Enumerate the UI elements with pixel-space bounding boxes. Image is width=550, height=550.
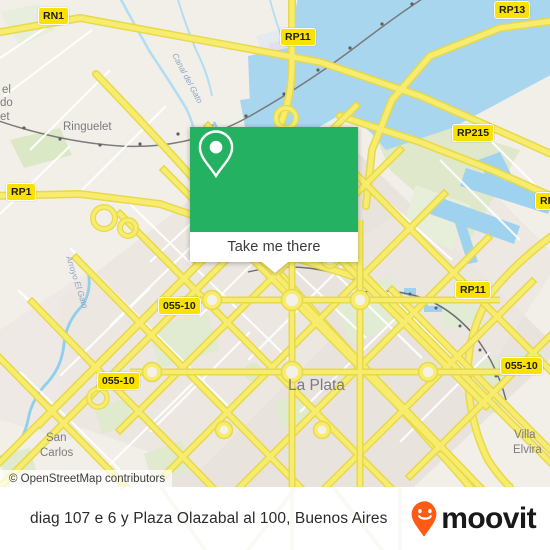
take-me-there-label: Take me there — [227, 239, 321, 255]
map-place-label: Carlos — [40, 447, 73, 459]
card-pointer-tail — [262, 262, 288, 273]
osm-attribution[interactable]: © OpenStreetMap contributors — [0, 470, 173, 487]
map-place-label: Ringuelet — [63, 121, 112, 133]
route-shield: 055-10 — [158, 297, 201, 315]
moovit-logo[interactable]: moovit — [410, 500, 537, 538]
footer-bar: diag 107 e 6 y Plaza Olazabal al 100, Bu… — [0, 487, 550, 550]
card-pin-area — [190, 127, 358, 232]
moovit-wordmark: moovit — [441, 501, 536, 535]
map-canvas[interactable]: Ringuelet La Plata San Carlos Villa Elvira el d… — [0, 0, 550, 487]
route-shield: 055-10 — [97, 372, 140, 390]
osm-attribution-text: © OpenStreetMap contributors — [9, 472, 166, 485]
map-pin-icon — [198, 130, 234, 179]
route-shield: RN1 — [38, 7, 70, 25]
moovit-smiley-pin-icon — [411, 500, 437, 536]
map-place-label: San — [46, 432, 66, 444]
route-shield: 055-10 — [500, 357, 543, 375]
card-action-area[interactable]: Take me there — [190, 232, 358, 262]
route-shield: RP11 — [455, 281, 491, 299]
route-shield: RP1 — [6, 183, 37, 201]
map-place-label: Villa — [514, 429, 536, 441]
map-place-label: La Plata — [288, 377, 345, 394]
take-me-there-card[interactable]: Take me there — [190, 127, 358, 262]
moovit-map-share-card: Ringuelet La Plata San Carlos Villa Elvira el d… — [0, 0, 550, 550]
route-shield: RP13 — [494, 1, 531, 19]
route-shield: RP215 — [452, 124, 495, 142]
route-shield: RP11 — [280, 28, 316, 46]
map-place-label: do — [0, 97, 13, 109]
map-place-label: et — [0, 111, 10, 123]
route-shield: RP — [535, 192, 550, 210]
map-place-label: el — [2, 84, 11, 96]
map-place-label: Elvira — [513, 444, 542, 456]
address-text: diag 107 e 6 y Plaza Olazabal al 100, Bu… — [30, 509, 388, 527]
